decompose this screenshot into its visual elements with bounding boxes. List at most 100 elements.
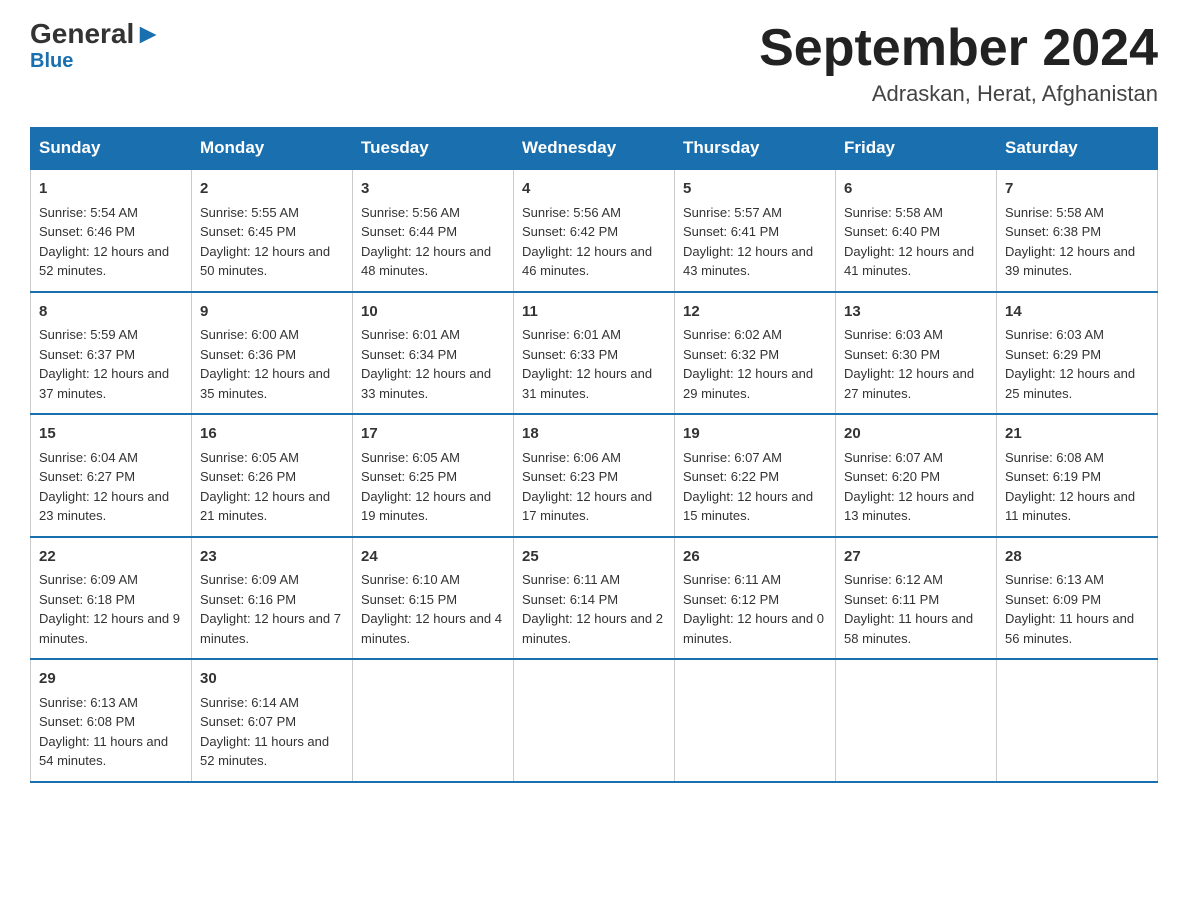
col-tuesday: Tuesday: [353, 128, 514, 170]
day-number: 19: [683, 423, 827, 446]
calendar-cell: 10Sunrise: 6:01 AMSunset: 6:34 PMDayligh…: [353, 292, 514, 415]
logo-text-line1: General►: [30, 20, 162, 48]
sunset-text: Sunset: 6:23 PM: [522, 469, 618, 484]
daylight-text: Daylight: 12 hours and 2 minutes.: [522, 611, 663, 646]
sunrise-text: Sunrise: 6:07 AM: [683, 450, 782, 465]
sunset-text: Sunset: 6:15 PM: [361, 592, 457, 607]
day-number: 7: [1005, 178, 1149, 201]
calendar-cell: [514, 659, 675, 782]
page-header: General► Blue September 2024 Adraskan, H…: [30, 20, 1158, 107]
sunrise-text: Sunrise: 6:05 AM: [361, 450, 460, 465]
day-number: 29: [39, 668, 183, 691]
calendar-cell: 28Sunrise: 6:13 AMSunset: 6:09 PMDayligh…: [997, 537, 1158, 660]
sunrise-text: Sunrise: 6:13 AM: [1005, 572, 1104, 587]
col-thursday: Thursday: [675, 128, 836, 170]
calendar-cell: 17Sunrise: 6:05 AMSunset: 6:25 PMDayligh…: [353, 414, 514, 537]
day-number: 2: [200, 178, 344, 201]
daylight-text: Daylight: 12 hours and 19 minutes.: [361, 489, 491, 524]
daylight-text: Daylight: 12 hours and 43 minutes.: [683, 244, 813, 279]
calendar-cell: 29Sunrise: 6:13 AMSunset: 6:08 PMDayligh…: [31, 659, 192, 782]
calendar-cell: 22 Sunrise: 6:09 AM Sunset: 6:18 PM Dayligh…: [31, 537, 192, 660]
day-number: 3: [361, 178, 505, 201]
col-monday: Monday: [192, 128, 353, 170]
day-number: 8: [39, 301, 183, 324]
calendar-cell: 21Sunrise: 6:08 AMSunset: 6:19 PMDayligh…: [997, 414, 1158, 537]
day-number: 22: [39, 546, 183, 569]
calendar-cell: 9Sunrise: 6:00 AMSunset: 6:36 PMDaylight…: [192, 292, 353, 415]
daylight-text: Daylight: 12 hours and 11 minutes.: [1005, 489, 1135, 524]
calendar-cell: 15 Sunrise: 6:04 AM Sunset: 6:27 PM Dayligh…: [31, 414, 192, 537]
sunset-text: Sunset: 6:42 PM: [522, 224, 618, 239]
day-number: 26: [683, 546, 827, 569]
sunset-text: Sunset: 6:38 PM: [1005, 224, 1101, 239]
sunrise-text: Sunrise: 6:09 AM: [39, 572, 138, 587]
col-wednesday: Wednesday: [514, 128, 675, 170]
sunrise-text: Sunrise: 6:01 AM: [522, 327, 621, 342]
daylight-text: Daylight: 12 hours and 21 minutes.: [200, 489, 330, 524]
sunset-text: Sunset: 6:33 PM: [522, 347, 618, 362]
calendar-cell: 30Sunrise: 6:14 AMSunset: 6:07 PMDayligh…: [192, 659, 353, 782]
sunrise-text: Sunrise: 5:59 AM: [39, 327, 138, 342]
logo: General► Blue: [30, 20, 162, 73]
sunset-text: Sunset: 6:20 PM: [844, 469, 940, 484]
sunset-text: Sunset: 6:18 PM: [39, 592, 135, 607]
sunrise-text: Sunrise: 6:03 AM: [844, 327, 943, 342]
calendar-header-row: Sunday Monday Tuesday Wednesday Thursday…: [31, 128, 1158, 170]
calendar-cell: 5Sunrise: 5:57 AMSunset: 6:41 PMDaylight…: [675, 169, 836, 292]
day-number: 15: [39, 423, 183, 446]
calendar-cell: 4Sunrise: 5:56 AMSunset: 6:42 PMDaylight…: [514, 169, 675, 292]
calendar-cell: [353, 659, 514, 782]
day-number: 25: [522, 546, 666, 569]
daylight-text: Daylight: 12 hours and 15 minutes.: [683, 489, 813, 524]
sunrise-text: Sunrise: 6:04 AM: [39, 450, 138, 465]
sunset-text: Sunset: 6:08 PM: [39, 714, 135, 729]
calendar-cell: 1Sunrise: 5:54 AMSunset: 6:46 PMDaylight…: [31, 169, 192, 292]
daylight-text: Daylight: 11 hours and 58 minutes.: [844, 611, 973, 646]
daylight-text: Daylight: 12 hours and 50 minutes.: [200, 244, 330, 279]
daylight-text: Daylight: 12 hours and 37 minutes.: [39, 366, 169, 401]
day-number: 30: [200, 668, 344, 691]
sunrise-text: Sunrise: 5:56 AM: [361, 205, 460, 220]
sunset-text: Sunset: 6:44 PM: [361, 224, 457, 239]
sunrise-text: Sunrise: 5:58 AM: [1005, 205, 1104, 220]
calendar-cell: 26Sunrise: 6:11 AMSunset: 6:12 PMDayligh…: [675, 537, 836, 660]
sunset-text: Sunset: 6:09 PM: [1005, 592, 1101, 607]
day-number: 17: [361, 423, 505, 446]
calendar-cell: 13Sunrise: 6:03 AMSunset: 6:30 PMDayligh…: [836, 292, 997, 415]
sunrise-text: Sunrise: 6:14 AM: [200, 695, 299, 710]
sunset-text: Sunset: 6:16 PM: [200, 592, 296, 607]
sunrise-text: Sunrise: 6:11 AM: [522, 572, 620, 587]
calendar-cell: 27Sunrise: 6:12 AMSunset: 6:11 PMDayligh…: [836, 537, 997, 660]
calendar-cell: 24Sunrise: 6:10 AMSunset: 6:15 PMDayligh…: [353, 537, 514, 660]
day-number: 1: [39, 178, 183, 201]
calendar-cell: [997, 659, 1158, 782]
day-number: 11: [522, 301, 666, 324]
sunset-text: Sunset: 6:41 PM: [683, 224, 779, 239]
day-number: 9: [200, 301, 344, 324]
daylight-text: Daylight: 11 hours and 54 minutes.: [39, 734, 168, 769]
daylight-text: Daylight: 12 hours and 17 minutes.: [522, 489, 652, 524]
sunrise-text: Sunrise: 6:08 AM: [1005, 450, 1104, 465]
day-number: 4: [522, 178, 666, 201]
sunset-text: Sunset: 6:45 PM: [200, 224, 296, 239]
calendar-week-row: 8 Sunrise: 5:59 AM Sunset: 6:37 PM Daylight…: [31, 292, 1158, 415]
calendar-cell: [836, 659, 997, 782]
calendar-cell: [675, 659, 836, 782]
daylight-text: Daylight: 12 hours and 9 minutes.: [39, 611, 180, 646]
sunset-text: Sunset: 6:32 PM: [683, 347, 779, 362]
daylight-text: Daylight: 12 hours and 25 minutes.: [1005, 366, 1135, 401]
daylight-text: Daylight: 12 hours and 41 minutes.: [844, 244, 974, 279]
sunset-text: Sunset: 6:34 PM: [361, 347, 457, 362]
day-number: 14: [1005, 301, 1149, 324]
sunset-text: Sunset: 6:27 PM: [39, 469, 135, 484]
col-sunday: Sunday: [31, 128, 192, 170]
day-number: 20: [844, 423, 988, 446]
col-saturday: Saturday: [997, 128, 1158, 170]
daylight-text: Daylight: 12 hours and 46 minutes.: [522, 244, 652, 279]
day-number: 16: [200, 423, 344, 446]
daylight-text: Daylight: 12 hours and 23 minutes.: [39, 489, 169, 524]
sunset-text: Sunset: 6:37 PM: [39, 347, 135, 362]
daylight-text: Daylight: 11 hours and 52 minutes.: [200, 734, 329, 769]
sunset-text: Sunset: 6:22 PM: [683, 469, 779, 484]
calendar-week-row: 15 Sunrise: 6:04 AM Sunset: 6:27 PM Dayligh…: [31, 414, 1158, 537]
